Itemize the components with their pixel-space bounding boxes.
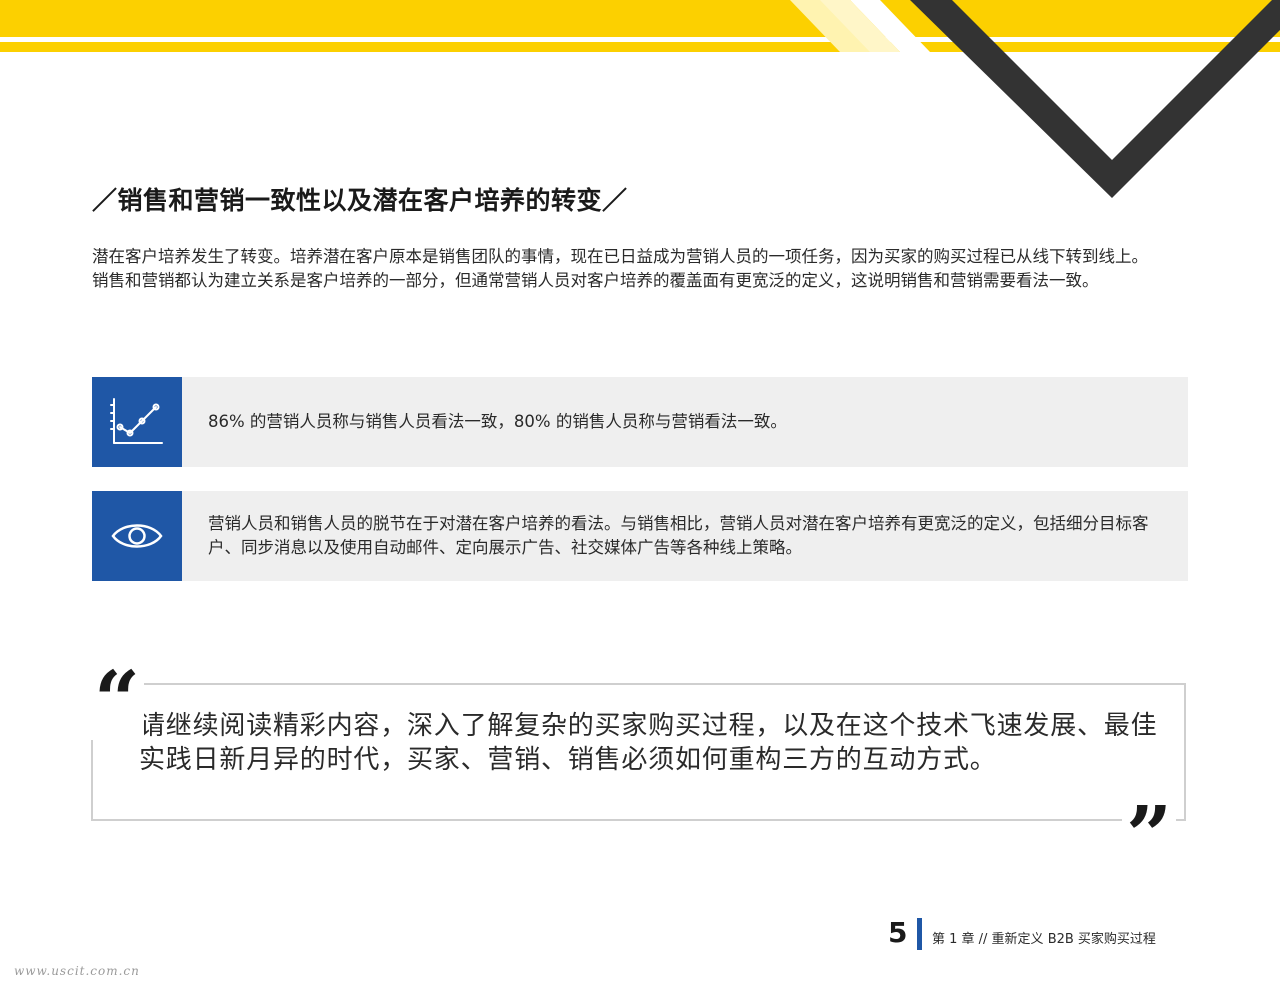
callout-icon-box <box>92 491 182 581</box>
intro-text: 潜在客户培养发生了转变。培养潜在客户原本是销售团队的事情，现在已日益成为营销人员… <box>92 245 1192 292</box>
pull-quote-text: 请继续阅读精彩内容，深入了解复杂的买家购买过程，以及在这个技术飞速发展、最佳实践… <box>139 711 1158 775</box>
callout-stat: 86% 的营销人员称与销售人员看法一致，80% 的销售人员称与营销看法一致。 <box>92 377 1188 467</box>
callout-insight: 营销人员和销售人员的脱节在于对潜在客户培养的看法。与销售相比，营销人员对潜在客户… <box>92 491 1188 581</box>
footer-divider <box>917 918 922 950</box>
intro-paragraph-1: 潜在客户培养发生了转变。培养潜在客户原本是销售团队的事情，现在已日益成为营销人员… <box>92 247 1148 266</box>
page-number: 5 <box>888 916 908 949</box>
close-quote-mark: ” <box>1122 795 1177 875</box>
chapter-label: 第 1 章 // 重新定义 B2B 买家购买过程 <box>932 932 1156 947</box>
page-footer: 5 第 1 章 // 重新定义 B2B 买家购买过程 <box>880 916 1200 952</box>
top-yellow-band <box>0 0 1280 52</box>
pull-quote-box: 请继续阅读精彩内容，深入了解复杂的买家购买过程，以及在这个技术飞速发展、最佳实践… <box>91 683 1186 821</box>
watermark: www.uscit.com.cn <box>14 964 140 978</box>
callout-icon-box <box>92 377 182 467</box>
top-band-divider <box>0 37 1280 42</box>
callout-text: 营销人员和销售人员的脱节在于对潜在客户培养的看法。与销售相比，营销人员对潜在客户… <box>208 514 1149 557</box>
eye-icon <box>111 524 163 548</box>
line-chart-icon <box>110 398 163 444</box>
intro-paragraph-2: 销售和营销都认为建立关系是客户培养的一部分，但通常营销人员对客户培养的覆盖面有更… <box>92 270 1099 290</box>
section-heading: ／销售和营销一致性以及潜在客户培养的转变／ <box>92 186 628 215</box>
open-quote-mark: “ <box>90 660 145 740</box>
callout-text: 86% 的营销人员称与销售人员看法一致，80% 的销售人员称与营销看法一致。 <box>208 412 787 431</box>
